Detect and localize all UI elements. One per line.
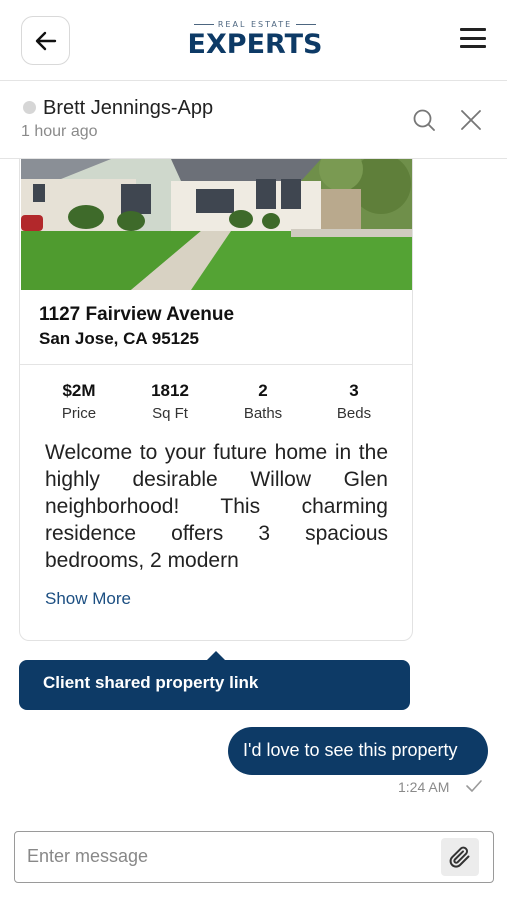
property-address: 1127 Fairview Avenue San Jose, CA 95125 bbox=[20, 290, 412, 365]
presence-indicator bbox=[23, 101, 36, 114]
stat-value: 1812 bbox=[151, 381, 189, 400]
app-bar: REAL ESTATE EXPERTS bbox=[0, 0, 507, 80]
brand-logo[interactable]: REAL ESTATE EXPERTS bbox=[185, 20, 325, 62]
close-icon[interactable] bbox=[459, 108, 483, 132]
stat-value: 2 bbox=[258, 381, 268, 400]
stat-beds: 3 Beds bbox=[314, 381, 394, 424]
property-card[interactable]: 1127 Fairview Avenue San Jose, CA 95125 … bbox=[19, 159, 413, 641]
outgoing-message[interactable]: I'd love to see this property bbox=[228, 727, 488, 775]
chat-header: Brett Jennings-App 1 hour ago bbox=[0, 80, 507, 159]
property-photo[interactable] bbox=[21, 159, 412, 290]
stat-baths: 2 Baths bbox=[223, 381, 303, 424]
stat-label: Price bbox=[61, 405, 97, 422]
message-input[interactable] bbox=[27, 846, 427, 867]
search-icon[interactable] bbox=[412, 108, 436, 132]
attach-button[interactable] bbox=[441, 838, 479, 876]
message-text: I'd love to see this property bbox=[243, 740, 458, 760]
show-more-link[interactable]: Show More bbox=[45, 589, 131, 609]
shared-link-notice-text: Client shared property link bbox=[43, 673, 259, 692]
brand-tagline: REAL ESTATE bbox=[217, 20, 293, 29]
stat-value: 3 bbox=[349, 381, 359, 400]
last-seen-time: 1 hour ago bbox=[21, 123, 98, 140]
message-composer bbox=[14, 831, 494, 883]
hamburger-menu-icon bbox=[460, 28, 488, 48]
shared-link-notice: Client shared property link bbox=[19, 660, 410, 710]
property-stats: $2M Price 1812 Sq Ft 2 Baths 3 Beds bbox=[20, 381, 412, 425]
check-icon bbox=[466, 780, 482, 792]
stat-label: Beds bbox=[336, 405, 372, 422]
stat-label: Baths bbox=[243, 405, 283, 422]
back-button[interactable] bbox=[21, 16, 70, 65]
stat-value: $2M bbox=[62, 381, 96, 400]
address-city: San Jose, CA 95125 bbox=[39, 329, 200, 348]
arrow-left-icon bbox=[35, 31, 56, 50]
menu-button[interactable] bbox=[460, 28, 488, 50]
stat-label: Sq Ft bbox=[152, 405, 188, 422]
message-timestamp: 1:24 AM bbox=[398, 779, 450, 795]
paperclip-icon bbox=[449, 846, 470, 868]
stat-price: $2M Price bbox=[39, 381, 119, 424]
property-description: Welcome to your future home in the highl… bbox=[45, 441, 388, 572]
brand-name: EXPERTS bbox=[187, 29, 323, 60]
stat-sqft: 1812 Sq Ft bbox=[130, 381, 210, 424]
address-street: 1127 Fairview Avenue bbox=[39, 304, 235, 325]
contact-name: Brett Jennings-App bbox=[43, 97, 214, 119]
